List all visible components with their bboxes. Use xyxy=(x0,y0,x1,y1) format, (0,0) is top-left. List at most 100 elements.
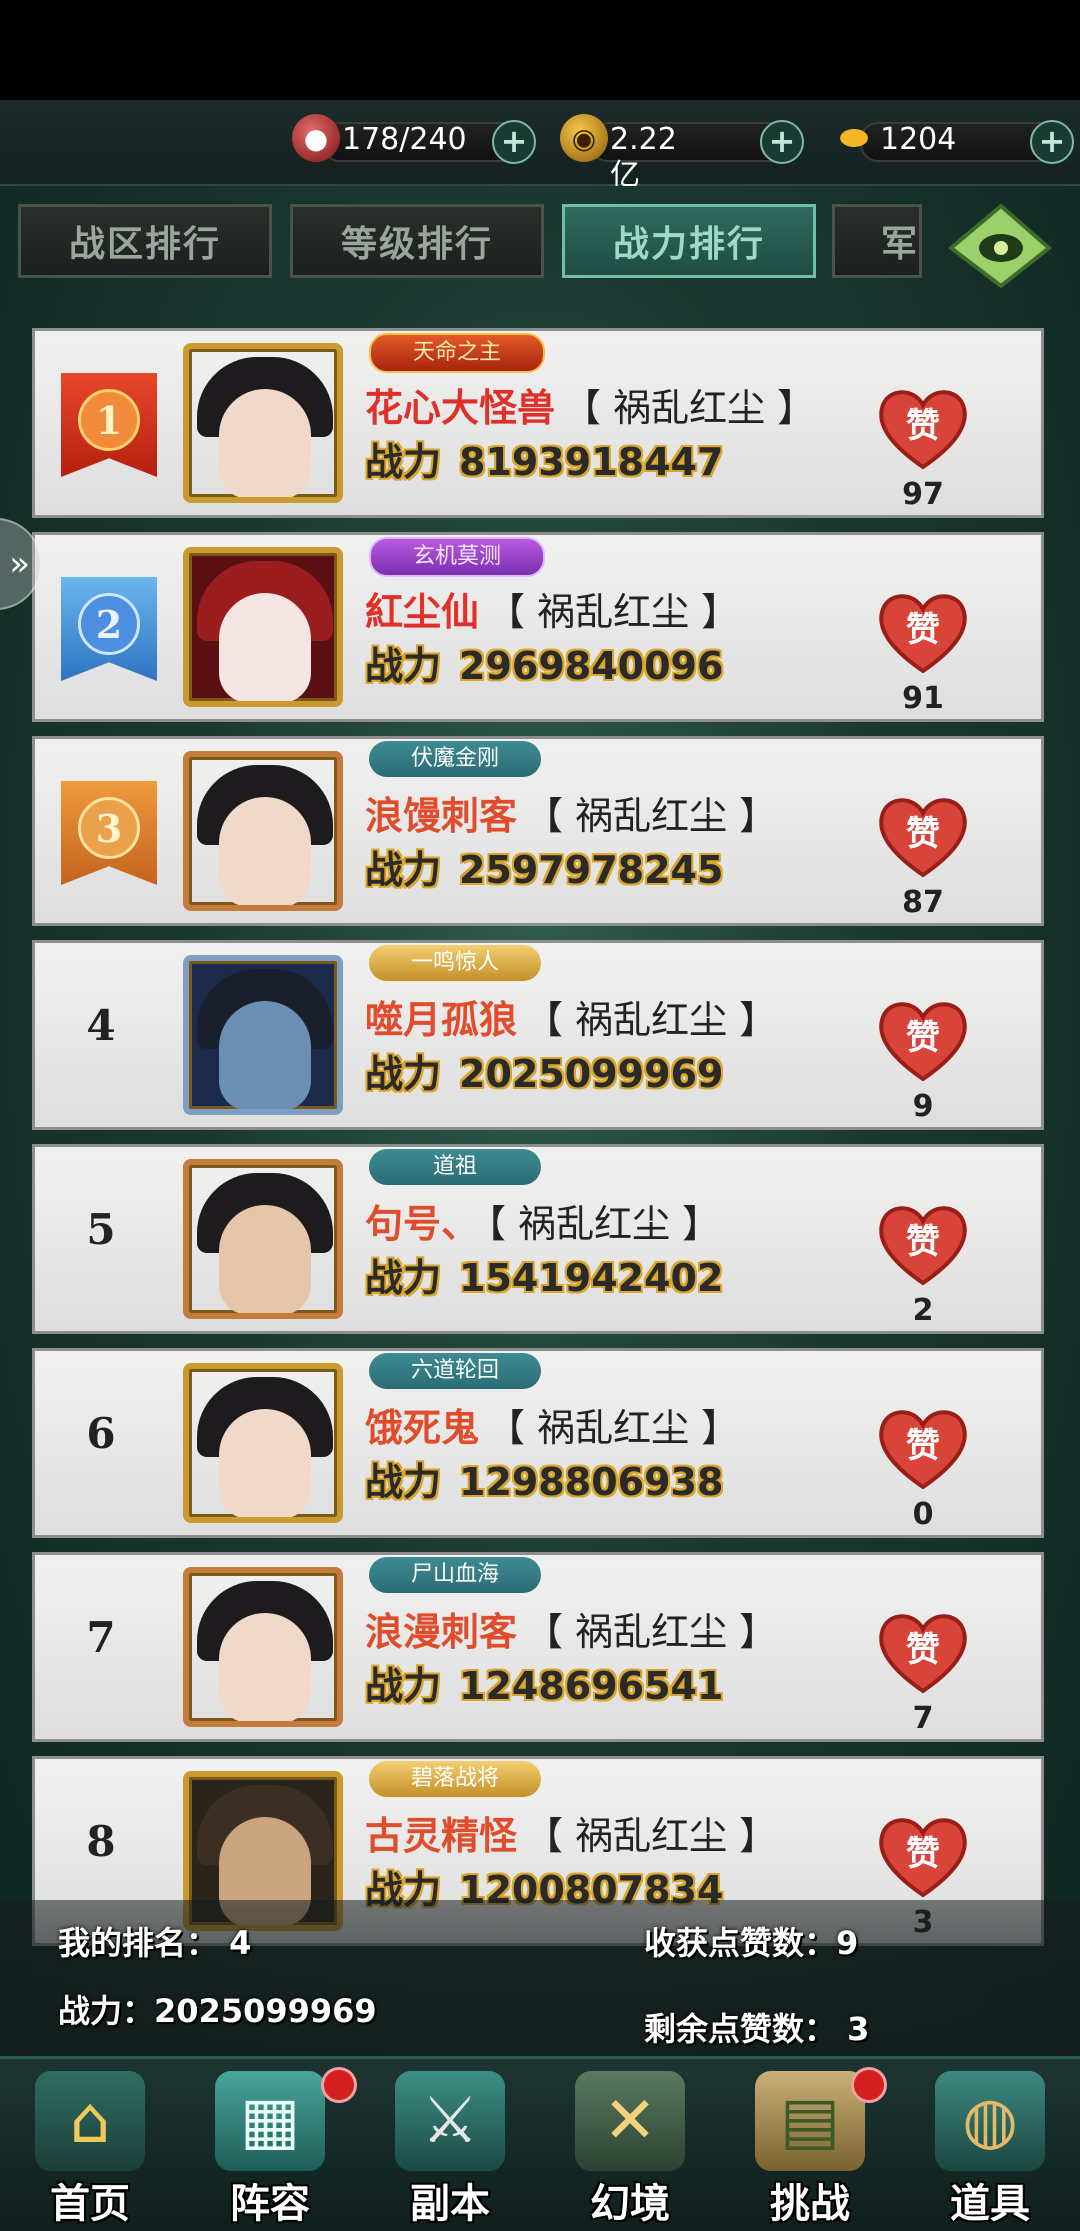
like-label: 赞 xyxy=(906,1426,940,1466)
rank-2-banner-icon: 2 xyxy=(61,577,157,681)
nav-challenge[interactable]: ▤ 挑战 xyxy=(725,2059,895,2231)
title-badge: 伏魔金刚 xyxy=(369,741,541,777)
like-button[interactable]: 赞 xyxy=(875,997,971,1083)
ranking-row[interactable]: 5 道祖 句号、【 祸乱红尘 】 战力 1541942402 赞 2 xyxy=(32,1144,1044,1334)
rank-number: 7 xyxy=(86,1613,116,1662)
power-line: 战力 2025099969 xyxy=(365,1043,723,1098)
guild-name: 【 祸乱红尘 】 xyxy=(487,1406,740,1450)
like-button[interactable]: 赞 xyxy=(875,1609,971,1695)
ranking-row[interactable]: 3 伏魔金刚 浪馒刺客【 祸乱红尘 】 战力 2597978245 赞 87 xyxy=(32,736,1044,926)
like-count: 0 xyxy=(912,1497,934,1532)
player-name: 饿死鬼 xyxy=(365,1406,480,1450)
tab-level-ranking[interactable]: 等级排行 xyxy=(290,204,544,278)
coin-icon: ◉ xyxy=(560,114,608,162)
power-value: 1298806938 xyxy=(459,1460,724,1504)
player-name-line: 噬月孤狼【 祸乱红尘 】 xyxy=(365,989,777,1044)
power-line: 战力 1298806938 xyxy=(365,1451,723,1506)
like-count: 2 xyxy=(912,1293,934,1328)
bottom-nav: ⌂ 首页 ▦ 阵容 ⚔ 副本 ✕ 幻境 ▤ 挑战 ◍ 道具 xyxy=(0,2056,1080,2231)
stamina-orb-icon: ● xyxy=(292,114,340,162)
avatar[interactable] xyxy=(183,1159,343,1319)
scroll-map-icon: ▤ xyxy=(755,2071,865,2171)
guild-name: 【 祸乱红尘 】 xyxy=(525,794,778,838)
player-name-line: 紅尘仙【 祸乱红尘 】 xyxy=(365,581,739,636)
like-button[interactable]: 赞 xyxy=(875,1201,971,1287)
power-label: 战力 xyxy=(365,1664,442,1708)
rank-number: 8 xyxy=(86,1817,116,1866)
nav-home[interactable]: ⌂ 首页 xyxy=(5,2059,175,2231)
nav-items-label: 道具 xyxy=(950,2181,1030,2227)
player-name: 浪馒刺客 xyxy=(365,794,518,838)
chevron-right-icon: » xyxy=(9,544,30,584)
coins-value: 2.22亿 xyxy=(610,122,677,193)
nav-dungeon[interactable]: ⚔ 副本 xyxy=(365,2059,535,2231)
ranking-row[interactable]: 2 玄机莫测 紅尘仙【 祸乱红尘 】 战力 2969840096 赞 91 xyxy=(32,532,1044,722)
player-name-line: 花心大怪兽【 祸乱红尘 】 xyxy=(365,377,815,432)
rank-number: 3 xyxy=(78,797,140,859)
my-ranking-summary: 我的排名： 4 战力：2025099969 收获点赞数：9 剩余点赞数： 3 xyxy=(0,1900,1080,2056)
received-likes-line: 收获点赞数：9 xyxy=(644,1918,858,1964)
ranking-row[interactable]: 4 一鸣惊人 噬月孤狼【 祸乱红尘 】 战力 2025099969 赞 9 xyxy=(32,940,1044,1130)
like-button[interactable]: 赞 xyxy=(875,589,971,675)
like-button[interactable]: 赞 xyxy=(875,793,971,879)
my-rank-value: 4 xyxy=(229,1924,252,1962)
avatar[interactable] xyxy=(183,1567,343,1727)
like-button[interactable]: 赞 xyxy=(875,1405,971,1491)
ranking-row[interactable]: 6 六道轮回 饿死鬼【 祸乱红尘 】 战力 1298806938 赞 0 xyxy=(32,1348,1044,1538)
like-button[interactable]: 赞 xyxy=(875,385,971,471)
guild-name: 【 祸乱红尘 】 xyxy=(525,1814,778,1858)
ranking-row[interactable]: 7 尸山血海 浪漫刺客【 祸乱红尘 】 战力 1248696541 赞 7 xyxy=(32,1552,1044,1742)
power-line: 战力 2969840096 xyxy=(365,635,723,690)
nav-lineup[interactable]: ▦ 阵容 xyxy=(185,2059,357,2231)
remaining-likes-value: 3 xyxy=(847,2010,870,2048)
add-ingots-button[interactable]: + xyxy=(1030,120,1074,164)
power-label: 战力 xyxy=(365,1256,442,1300)
avatar[interactable] xyxy=(183,955,343,1115)
rank-number: 6 xyxy=(86,1409,116,1458)
like-count: 97 xyxy=(902,477,944,512)
bag-icon: ◍ xyxy=(935,2071,1045,2171)
power-label: 战力 xyxy=(365,440,442,484)
tab-power-ranking[interactable]: 战力排行 xyxy=(562,204,816,278)
resource-bar: ● 178/240 + ◉ 2.22亿 + ⬬ 1204 + xyxy=(0,100,1080,193)
avatar[interactable] xyxy=(183,1363,343,1523)
guild-name: 【 祸乱红尘 】 xyxy=(487,1202,721,1246)
ingots-value: 1204 xyxy=(880,122,957,157)
like-count: 87 xyxy=(902,885,944,920)
eye-emblem-icon[interactable] xyxy=(940,196,1060,296)
ranking-row[interactable]: 1 天命之主 花心大怪兽【 祸乱红尘 】 战力 8193918447 赞 97 xyxy=(32,328,1044,518)
power-value: 2025099969 xyxy=(459,1052,724,1096)
player-name: 花心大怪兽 xyxy=(365,386,556,430)
tab-region-ranking[interactable]: 战区排行 xyxy=(18,204,272,278)
nav-dungeon-label: 副本 xyxy=(410,2181,490,2227)
avatar[interactable] xyxy=(183,343,343,503)
guild-name: 【 祸乱红尘 】 xyxy=(563,386,816,430)
notification-dot xyxy=(321,2067,357,2103)
nav-items[interactable]: ◍ 道具 xyxy=(905,2059,1075,2231)
avatar[interactable] xyxy=(183,547,343,707)
title-badge: 玄机莫测 xyxy=(369,537,545,577)
guild-name: 【 祸乱红尘 】 xyxy=(487,590,740,634)
avatar[interactable] xyxy=(183,751,343,911)
power-label: 战力 xyxy=(365,848,442,892)
add-coins-button[interactable]: + xyxy=(760,120,804,164)
rank-1-banner-icon: 1 xyxy=(61,373,157,477)
add-stamina-button[interactable]: + xyxy=(492,120,536,164)
power-value: 1248696541 xyxy=(459,1664,724,1708)
received-likes-label: 收获点赞数： xyxy=(644,1924,837,1962)
player-name: 紅尘仙 xyxy=(365,590,480,634)
like-label: 赞 xyxy=(906,814,940,854)
player-name: 句号、 xyxy=(365,1202,480,1246)
nav-illusion[interactable]: ✕ 幻境 xyxy=(545,2059,715,2231)
tab-army-ranking[interactable]: 军 xyxy=(832,204,922,278)
player-name-line: 句号、【 祸乱红尘 】 xyxy=(365,1193,720,1248)
power-value: 1541942402 xyxy=(459,1256,724,1300)
like-button[interactable]: 赞 xyxy=(875,1813,971,1899)
player-name: 古灵精怪 xyxy=(365,1814,518,1858)
power-label: 战力 xyxy=(365,1460,442,1504)
title-badge: 道祖 xyxy=(369,1149,541,1185)
rank-number: 1 xyxy=(78,389,140,451)
notification-dot xyxy=(851,2067,887,2103)
my-power-line: 战力：2025099969 xyxy=(58,1986,377,2032)
nav-illusion-label: 幻境 xyxy=(590,2181,670,2227)
